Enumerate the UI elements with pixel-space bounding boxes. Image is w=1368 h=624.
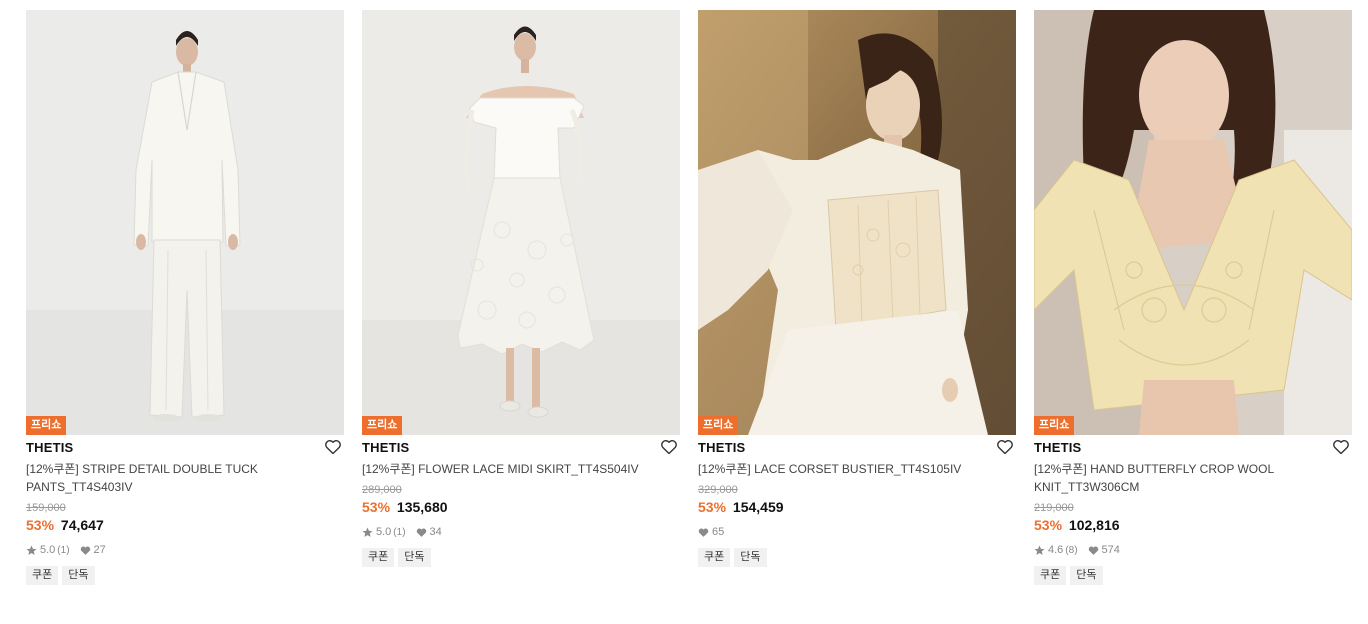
- product-name[interactable]: [12%쿠폰] FLOWER LACE MIDI SKIRT_TT4S504IV: [362, 460, 680, 478]
- review-meta: 5.0 (1) 34: [362, 525, 680, 539]
- tag-list: 쿠폰 단독: [1034, 566, 1352, 585]
- rating-value: 4.6: [1048, 544, 1064, 556]
- coupon-tag: 쿠폰: [362, 548, 395, 567]
- wishlist-heart-icon[interactable]: [324, 438, 342, 456]
- like-count-value: 34: [429, 526, 442, 538]
- like-count-value: 65: [712, 526, 725, 538]
- coupon-tag: 쿠폰: [1034, 566, 1067, 585]
- original-price: 219,000: [1034, 502, 1074, 514]
- star-icon: [362, 527, 373, 537]
- star-icon: [1034, 545, 1045, 555]
- sale-price: 74,647: [60, 517, 104, 533]
- product-image[interactable]: 프리쇼: [362, 10, 680, 435]
- sale-price: 154,459: [732, 499, 784, 515]
- original-price: 289,000: [362, 484, 402, 496]
- tag-list: 쿠폰 단독: [362, 548, 680, 567]
- like-count: 65: [698, 526, 724, 538]
- preshow-badge: 프리쇼: [26, 416, 67, 435]
- product-image[interactable]: 프리쇼: [26, 10, 344, 435]
- preshow-badge: 프리쇼: [362, 416, 403, 435]
- rating-count: (1): [393, 526, 406, 538]
- exclusive-tag: 단독: [398, 548, 431, 567]
- rating-count: (8): [1065, 544, 1078, 556]
- star-icon: [26, 545, 37, 555]
- price-row: 53% 154,459: [698, 498, 1016, 516]
- price-row: 53% 74,647: [26, 516, 344, 534]
- wishlist-heart-icon[interactable]: [660, 438, 678, 456]
- product-photo-illustration: [362, 10, 680, 435]
- price-row: 53% 102,816: [1034, 516, 1352, 534]
- like-count: 574: [1088, 544, 1120, 556]
- review-meta: 4.6 (8) 574: [1034, 543, 1352, 557]
- product-card[interactable]: 프리쇼 THETIS [12%쿠폰] STRIPE DETAIL DOUBLE …: [26, 10, 344, 585]
- rating: 4.6 (8): [1034, 544, 1078, 556]
- sale-price: 102,816: [1068, 517, 1120, 533]
- sale-price: 135,680: [396, 499, 448, 515]
- wishlist-heart-icon[interactable]: [996, 438, 1014, 456]
- product-name[interactable]: [12%쿠폰] LACE CORSET BUSTIER_TT4S105IV: [698, 460, 1016, 478]
- original-price: 329,000: [698, 484, 738, 496]
- product-photo-illustration: [26, 10, 344, 435]
- exclusive-tag: 단독: [1070, 566, 1103, 585]
- discount-rate: 53%: [26, 517, 55, 533]
- tag-list: 쿠폰 단독: [698, 548, 1016, 567]
- like-count: 34: [416, 526, 442, 538]
- product-name[interactable]: [12%쿠폰] HAND BUTTERFLY CROP WOOL KNIT_TT…: [1034, 460, 1352, 496]
- like-count-value: 27: [93, 544, 106, 556]
- coupon-tag: 쿠폰: [698, 548, 731, 567]
- wishlist-heart-icon[interactable]: [1332, 438, 1350, 456]
- rating-value: 5.0: [40, 544, 56, 556]
- heart-filled-icon: [80, 546, 90, 555]
- preshow-badge: 프리쇼: [1034, 416, 1075, 435]
- rating: 5.0 (1): [26, 544, 70, 556]
- discount-rate: 53%: [1034, 517, 1063, 533]
- product-name[interactable]: [12%쿠폰] STRIPE DETAIL DOUBLE TUCK PANTS_…: [26, 460, 344, 496]
- rating-value: 5.0: [376, 526, 392, 538]
- product-grid: 프리쇼 THETIS [12%쿠폰] STRIPE DETAIL DOUBLE …: [26, 10, 1352, 585]
- product-card[interactable]: 프리쇼 THETIS [12%쿠폰] LACE CORSET BUSTIER_T…: [698, 10, 1016, 585]
- review-meta: 65: [698, 525, 1016, 539]
- product-image[interactable]: 프리쇼: [698, 10, 1016, 435]
- product-card[interactable]: 프리쇼 THETIS [12%쿠폰] FLOWER LACE MIDI SKIR…: [362, 10, 680, 585]
- coupon-tag: 쿠폰: [26, 566, 59, 585]
- discount-rate: 53%: [698, 499, 727, 515]
- review-meta: 5.0 (1) 27: [26, 543, 344, 557]
- product-photo-illustration: [698, 10, 1016, 435]
- heart-filled-icon: [1088, 546, 1098, 555]
- original-price: 159,000: [26, 502, 66, 514]
- brand-name[interactable]: THETIS: [362, 440, 409, 455]
- heart-filled-icon: [698, 528, 709, 537]
- brand-name[interactable]: THETIS: [698, 440, 745, 455]
- brand-name[interactable]: THETIS: [26, 440, 73, 455]
- like-count-value: 574: [1101, 544, 1120, 556]
- product-photo-illustration: [1034, 10, 1352, 435]
- rating: 5.0 (1): [362, 526, 406, 538]
- price-row: 53% 135,680: [362, 498, 680, 516]
- like-count: 27: [80, 544, 106, 556]
- heart-filled-icon: [416, 528, 426, 537]
- product-image[interactable]: 프리쇼: [1034, 10, 1352, 435]
- brand-name[interactable]: THETIS: [1034, 440, 1081, 455]
- discount-rate: 53%: [362, 499, 391, 515]
- tag-list: 쿠폰 단독: [26, 566, 344, 585]
- exclusive-tag: 단독: [62, 566, 95, 585]
- product-card[interactable]: 프리쇼 THETIS [12%쿠폰] HAND BUTTERFLY CROP W…: [1034, 10, 1352, 585]
- exclusive-tag: 단독: [734, 548, 767, 567]
- preshow-badge: 프리쇼: [698, 416, 739, 435]
- rating-count: (1): [57, 544, 70, 556]
